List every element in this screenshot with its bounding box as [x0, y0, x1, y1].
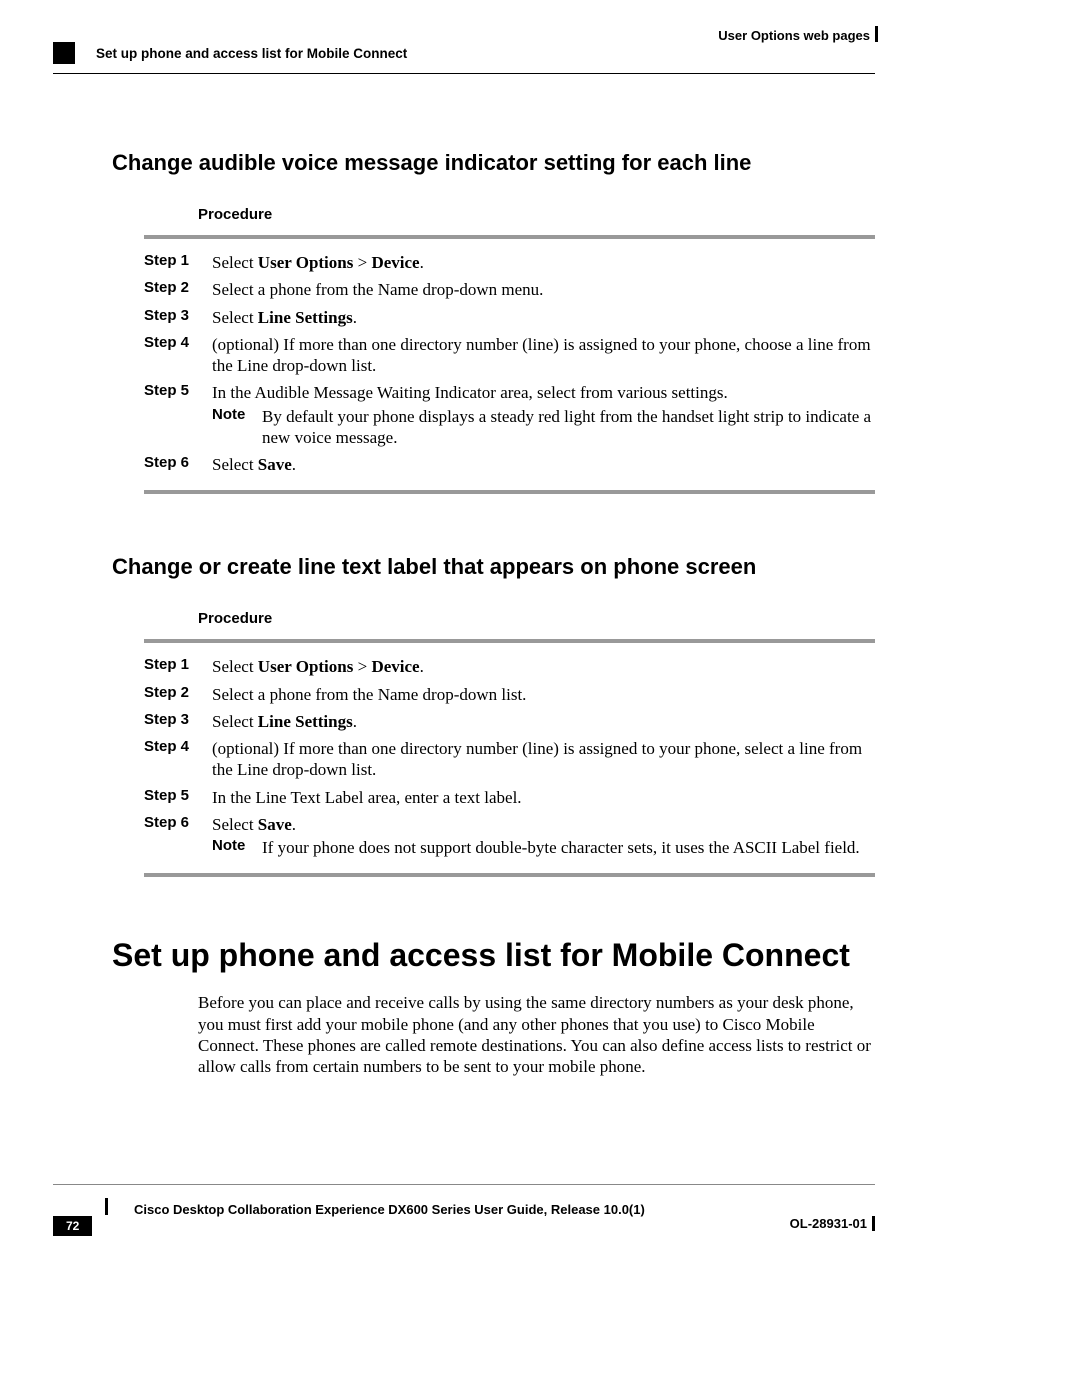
- step-label: Step 4: [144, 331, 212, 380]
- note-label: Note: [212, 837, 262, 858]
- step-row: Step 1 Select User Options > Device.: [144, 249, 875, 276]
- text: Select: [212, 712, 258, 731]
- step-body: (optional) If more than one directory nu…: [212, 735, 875, 784]
- text: Select: [212, 253, 258, 272]
- step-row: Step 3 Select Line Settings.: [144, 304, 875, 331]
- note-label: Note: [212, 406, 262, 449]
- step-body: Select Line Settings.: [212, 708, 875, 735]
- text: Select: [212, 815, 258, 834]
- text: Select: [212, 308, 258, 327]
- step-label: Step 1: [144, 249, 212, 276]
- procedure-rule: [144, 639, 875, 643]
- step-label: Step 5: [144, 379, 212, 451]
- step-body: Select Line Settings.: [212, 304, 875, 331]
- step-row: Step 2 Select a phone from the Name drop…: [144, 681, 875, 708]
- step-row: Step 5 In the Audible Message Waiting In…: [144, 379, 875, 451]
- footer-bar-icon: [105, 1198, 108, 1215]
- header-rule: [53, 73, 875, 74]
- step-body: Select Save.: [212, 451, 875, 478]
- note-text: If your phone does not support double-by…: [262, 837, 875, 858]
- text: .: [353, 712, 357, 731]
- procedure-end-rule: [144, 873, 875, 877]
- header-right-text: User Options web pages: [718, 28, 870, 43]
- step-body: In the Audible Message Waiting Indicator…: [212, 379, 875, 451]
- step-body: (optional) If more than one directory nu…: [212, 331, 875, 380]
- bold: Save: [258, 455, 292, 474]
- step-label: Step 6: [144, 811, 212, 862]
- procedure-rule: [144, 235, 875, 239]
- header-left-text: Set up phone and access list for Mobile …: [96, 46, 407, 61]
- page: User Options web pages Set up phone and …: [0, 0, 1080, 1397]
- bold: User Options: [258, 657, 354, 676]
- footer-right-text: OL-28931-01: [790, 1216, 867, 1231]
- step-row: Step 4 (optional) If more than one direc…: [144, 735, 875, 784]
- procedure-label: Procedure: [198, 610, 875, 627]
- bold: Device: [371, 253, 419, 272]
- chapter-paragraph: Before you can place and receive calls b…: [198, 992, 875, 1077]
- step-row: Step 6 Select Save. Note If your phone d…: [144, 811, 875, 862]
- footer-center-text: Cisco Desktop Collaboration Experience D…: [134, 1202, 645, 1217]
- note-row: Note If your phone does not support doub…: [212, 837, 875, 858]
- step-row: Step 2 Select a phone from the Name drop…: [144, 276, 875, 303]
- bold: User Options: [258, 253, 354, 272]
- bold: Line Settings: [258, 712, 353, 731]
- step-row: Step 4 (optional) If more than one direc…: [144, 331, 875, 380]
- step-label: Step 6: [144, 451, 212, 478]
- text: .: [292, 815, 296, 834]
- step-body: Select User Options > Device.: [212, 653, 875, 680]
- text: Select: [212, 455, 258, 474]
- bold: Line Settings: [258, 308, 353, 327]
- text: Select: [212, 657, 258, 676]
- step-body: Select User Options > Device.: [212, 249, 875, 276]
- text: >: [353, 253, 371, 272]
- step-label: Step 3: [144, 708, 212, 735]
- section2-steps: Step 1 Select User Options > Device. Ste…: [144, 653, 875, 861]
- step-row: Step 3 Select Line Settings.: [144, 708, 875, 735]
- header-bar-icon: [875, 26, 878, 42]
- section1-title: Change audible voice message indicator s…: [112, 150, 875, 176]
- text: .: [292, 455, 296, 474]
- step-label: Step 4: [144, 735, 212, 784]
- step-row: Step 6 Select Save.: [144, 451, 875, 478]
- text: .: [420, 657, 424, 676]
- step-row: Step 1 Select User Options > Device.: [144, 653, 875, 680]
- page-number: 72: [53, 1216, 92, 1236]
- text: .: [353, 308, 357, 327]
- procedure-end-rule: [144, 490, 875, 494]
- footer-rule: [53, 1184, 875, 1185]
- chapter-title: Set up phone and access list for Mobile …: [112, 937, 875, 974]
- content-area: Change audible voice message indicator s…: [112, 150, 875, 1077]
- page-header: User Options web pages Set up phone and …: [0, 28, 1080, 58]
- step-row: Step 5 In the Line Text Label area, ente…: [144, 784, 875, 811]
- step-body: In the Line Text Label area, enter a tex…: [212, 784, 875, 811]
- footer-bar-icon: [872, 1216, 875, 1231]
- text: In the Audible Message Waiting Indicator…: [212, 382, 875, 403]
- step-body: Select a phone from the Name drop-down l…: [212, 681, 875, 708]
- bold: Device: [371, 657, 419, 676]
- header-box-icon: [53, 42, 75, 64]
- section1-steps: Step 1 Select User Options > Device. Ste…: [144, 249, 875, 478]
- step-label: Step 2: [144, 276, 212, 303]
- text: .: [420, 253, 424, 272]
- note-text: By default your phone displays a steady …: [262, 406, 875, 449]
- step-label: Step 5: [144, 784, 212, 811]
- procedure-label: Procedure: [198, 206, 875, 223]
- step-body: Select a phone from the Name drop-down m…: [212, 276, 875, 303]
- text: >: [353, 657, 371, 676]
- bold: Save: [258, 815, 292, 834]
- note-row: Note By default your phone displays a st…: [212, 406, 875, 449]
- step-label: Step 2: [144, 681, 212, 708]
- step-body: Select Save. Note If your phone does not…: [212, 811, 875, 862]
- step-label: Step 1: [144, 653, 212, 680]
- section2-title: Change or create line text label that ap…: [112, 554, 875, 580]
- step-label: Step 3: [144, 304, 212, 331]
